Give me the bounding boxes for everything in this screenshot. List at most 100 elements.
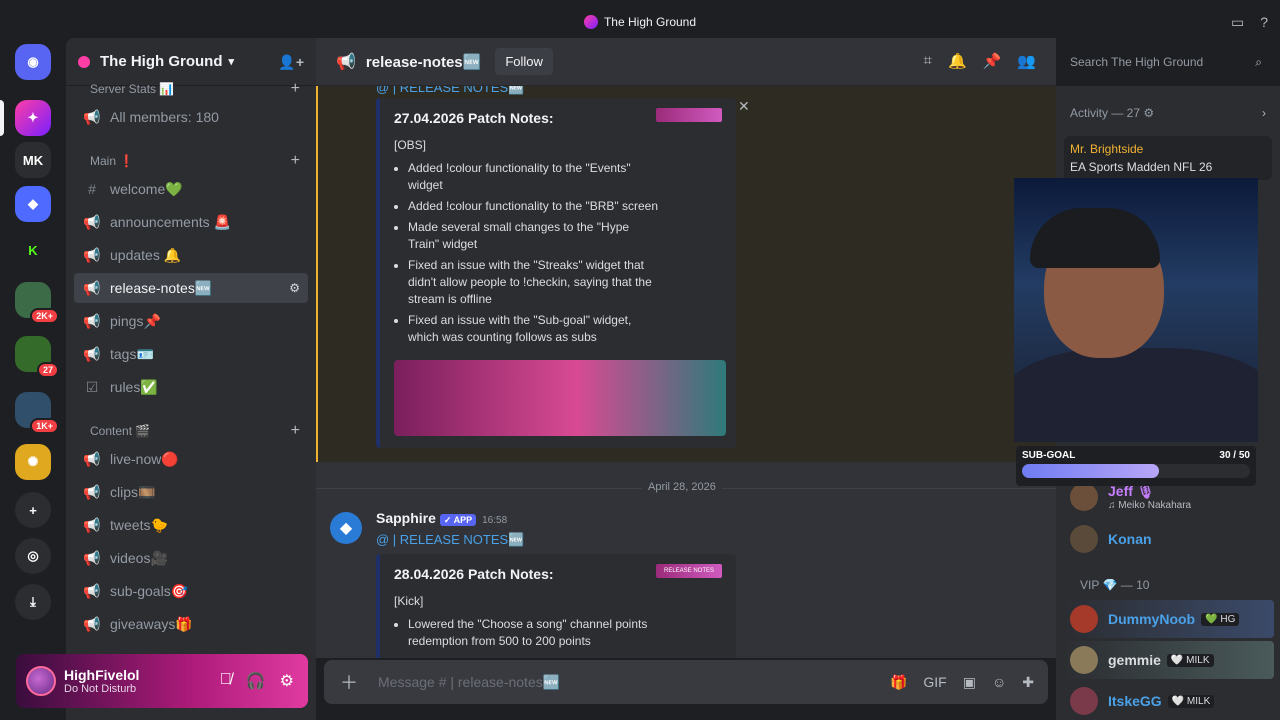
- member-row[interactable]: gemmie 🤍 MILK: [1064, 641, 1274, 679]
- plus-icon[interactable]: +: [291, 422, 300, 440]
- reply-reference[interactable]: @ | RELEASE NOTES🆕: [376, 86, 524, 96]
- channel-welcome[interactable]: # welcome💚: [74, 174, 308, 204]
- member-row[interactable]: ItskeGG 🤍 MILK: [1064, 682, 1274, 720]
- user-panel: HighFivelol Do Not Disturb 🎙̸ 🎧 ⚙: [16, 654, 308, 708]
- embed-image[interactable]: [394, 360, 726, 436]
- channel-updates[interactable]: 📢 updates 🔔: [74, 240, 308, 270]
- username: HighFivelol: [64, 667, 140, 683]
- emoji-icon[interactable]: ☺: [992, 674, 1006, 691]
- role-tag: 🤍 MILK: [1167, 694, 1215, 708]
- settings-icon[interactable]: ⚙: [289, 281, 300, 295]
- plus-icon[interactable]: +: [291, 80, 300, 98]
- message-input[interactable]: Message # | release-notes🆕: [378, 674, 560, 691]
- mention-badge: 27: [36, 362, 59, 378]
- channel-sidebar: The High Ground ▾ 👤+ Server Stats 📊 + 📢 Al…: [66, 38, 316, 720]
- embed-section: [OBS]: [394, 138, 427, 152]
- user-status: Do Not Disturb: [64, 683, 137, 695]
- headphones-icon[interactable]: 🎧: [246, 671, 266, 691]
- mention-badge: 1K+: [30, 418, 59, 434]
- megaphone-icon: 📢: [83, 279, 101, 296]
- activity-game: EA Sports Madden NFL 26: [1070, 160, 1213, 174]
- gear-icon[interactable]: ⚙: [280, 671, 294, 691]
- close-icon[interactable]: ✕: [738, 98, 750, 115]
- server-the-high-ground[interactable]: ✦: [15, 100, 51, 136]
- avatar: [1070, 646, 1098, 674]
- activity-user: Mr. Brightside: [1070, 142, 1144, 156]
- gift-icon[interactable]: 🎁: [890, 674, 907, 691]
- bell-icon[interactable]: 🔔: [948, 52, 967, 70]
- channel-clips[interactable]: 📢 clips🎞️: [74, 477, 308, 507]
- members-icon[interactable]: 👥: [1017, 52, 1036, 70]
- embed-section: [Kick]: [394, 594, 424, 608]
- megaphone-icon: 📢: [83, 516, 101, 533]
- discover-icon[interactable]: ◎: [15, 538, 51, 574]
- channel-tweets[interactable]: 📢 tweets🐤: [74, 510, 308, 540]
- add-server-icon[interactable]: +: [15, 492, 51, 528]
- megaphone-icon: 📢: [83, 108, 101, 125]
- activity-card[interactable]: Mr. Brightside EA Sports Madden NFL 26: [1064, 136, 1272, 180]
- server-mk[interactable]: MK: [15, 142, 51, 178]
- list-item: Added !colour functionality to the "Even…: [408, 160, 658, 194]
- category-content[interactable]: Content 🎬 +: [76, 422, 306, 440]
- mic-muted-icon[interactable]: 🎙̸: [220, 671, 232, 691]
- sticker-icon[interactable]: ▣: [963, 674, 976, 691]
- chevron-down-icon: ▾: [228, 56, 235, 68]
- date-divider: April 28, 2026: [316, 481, 1056, 493]
- plus-icon[interactable]: ＋: [340, 669, 358, 695]
- guild-header[interactable]: The High Ground ▾ 👤+: [66, 38, 316, 86]
- search-input[interactable]: Search The High Ground ⌕: [1062, 48, 1270, 76]
- server-folder-1[interactable]: 2K+: [15, 282, 59, 324]
- embed-thumbnail: RELEASE NOTES: [656, 564, 722, 578]
- server-folder-3[interactable]: 1K+: [15, 392, 59, 434]
- follow-button[interactable]: Follow: [495, 48, 553, 75]
- search-icon: ⌕: [1255, 54, 1262, 69]
- embed-patch-notes-2: RELEASE NOTES 28.04.2026 Patch Notes: [K…: [376, 554, 736, 658]
- channel-release-notes[interactable]: 📢 release-notes🆕 ⚙: [74, 273, 308, 303]
- invite-icon[interactable]: 👤+: [278, 54, 304, 71]
- server-yellow[interactable]: ✺: [15, 444, 51, 480]
- member-row[interactable]: DummyNoob 💚 HG: [1064, 600, 1274, 638]
- embed-thumbnail: [656, 108, 722, 122]
- list-item: Lowered the "Choose a song" channel poin…: [408, 616, 658, 650]
- message-composer[interactable]: ＋ Message # | release-notes🆕 🎁 GIF ▣ ☺ ✚: [324, 660, 1048, 704]
- gif-icon[interactable]: GIF: [923, 674, 946, 691]
- member-row[interactable]: Konan: [1064, 520, 1274, 558]
- download-icon[interactable]: ⤓: [15, 584, 51, 620]
- message-author[interactable]: Sapphire ✓ APP 16:58: [376, 510, 507, 526]
- guild-icon: [78, 55, 90, 68]
- discord-home-icon[interactable]: ◉: [15, 44, 51, 80]
- plus-icon[interactable]: +: [291, 152, 300, 170]
- server-kick[interactable]: K: [15, 232, 51, 268]
- megaphone-icon: 📢: [336, 53, 356, 71]
- channel-sub-goals[interactable]: 📢 sub-goals🎯: [74, 576, 308, 606]
- avatar[interactable]: [26, 666, 56, 696]
- apps-icon[interactable]: ✚: [1022, 674, 1034, 691]
- channel-rules[interactable]: ☑ rules✅: [74, 372, 308, 402]
- selected-pip: [0, 100, 4, 136]
- avatar: [1070, 483, 1098, 511]
- megaphone-icon: 📢: [83, 615, 101, 632]
- channel-pings[interactable]: 📢 pings📌: [74, 306, 308, 336]
- threads-icon[interactable]: ⌗: [923, 52, 931, 70]
- channel-videos[interactable]: 📢 videos🎥: [74, 543, 308, 573]
- help-icon[interactable]: ?: [1260, 14, 1268, 31]
- inbox-icon[interactable]: ▭: [1231, 14, 1244, 31]
- pin-icon[interactable]: 📌: [983, 52, 1002, 70]
- avatar[interactable]: ◆: [330, 512, 362, 544]
- server-blue[interactable]: ◆: [15, 186, 51, 222]
- channel-all-members[interactable]: 📢 All members: 180: [74, 102, 308, 132]
- hash-icon: #: [88, 181, 96, 197]
- channel-live-now[interactable]: 📢 live-now🔴: [74, 444, 308, 474]
- channel-tags[interactable]: 📢 tags🪪: [74, 339, 308, 369]
- reply-reference[interactable]: @ | RELEASE NOTES🆕: [376, 532, 524, 548]
- channel-giveaways[interactable]: 📢 giveaways🎁: [74, 609, 308, 639]
- server-folder-2[interactable]: 27: [15, 336, 59, 378]
- list-item: Made several small changes to the "Hype …: [408, 219, 658, 253]
- category-main[interactable]: Main ❗ +: [76, 152, 306, 170]
- chevron-right-icon[interactable]: ›: [1262, 106, 1266, 120]
- guild-name: The High Ground: [100, 53, 223, 70]
- sub-goal-fill: [1022, 464, 1159, 478]
- category-server-stats[interactable]: Server Stats 📊 +: [76, 80, 306, 98]
- role-header-vip: VIP 💎 — 10: [1080, 578, 1150, 592]
- channel-announcements[interactable]: 📢 announcements 🚨: [74, 207, 308, 237]
